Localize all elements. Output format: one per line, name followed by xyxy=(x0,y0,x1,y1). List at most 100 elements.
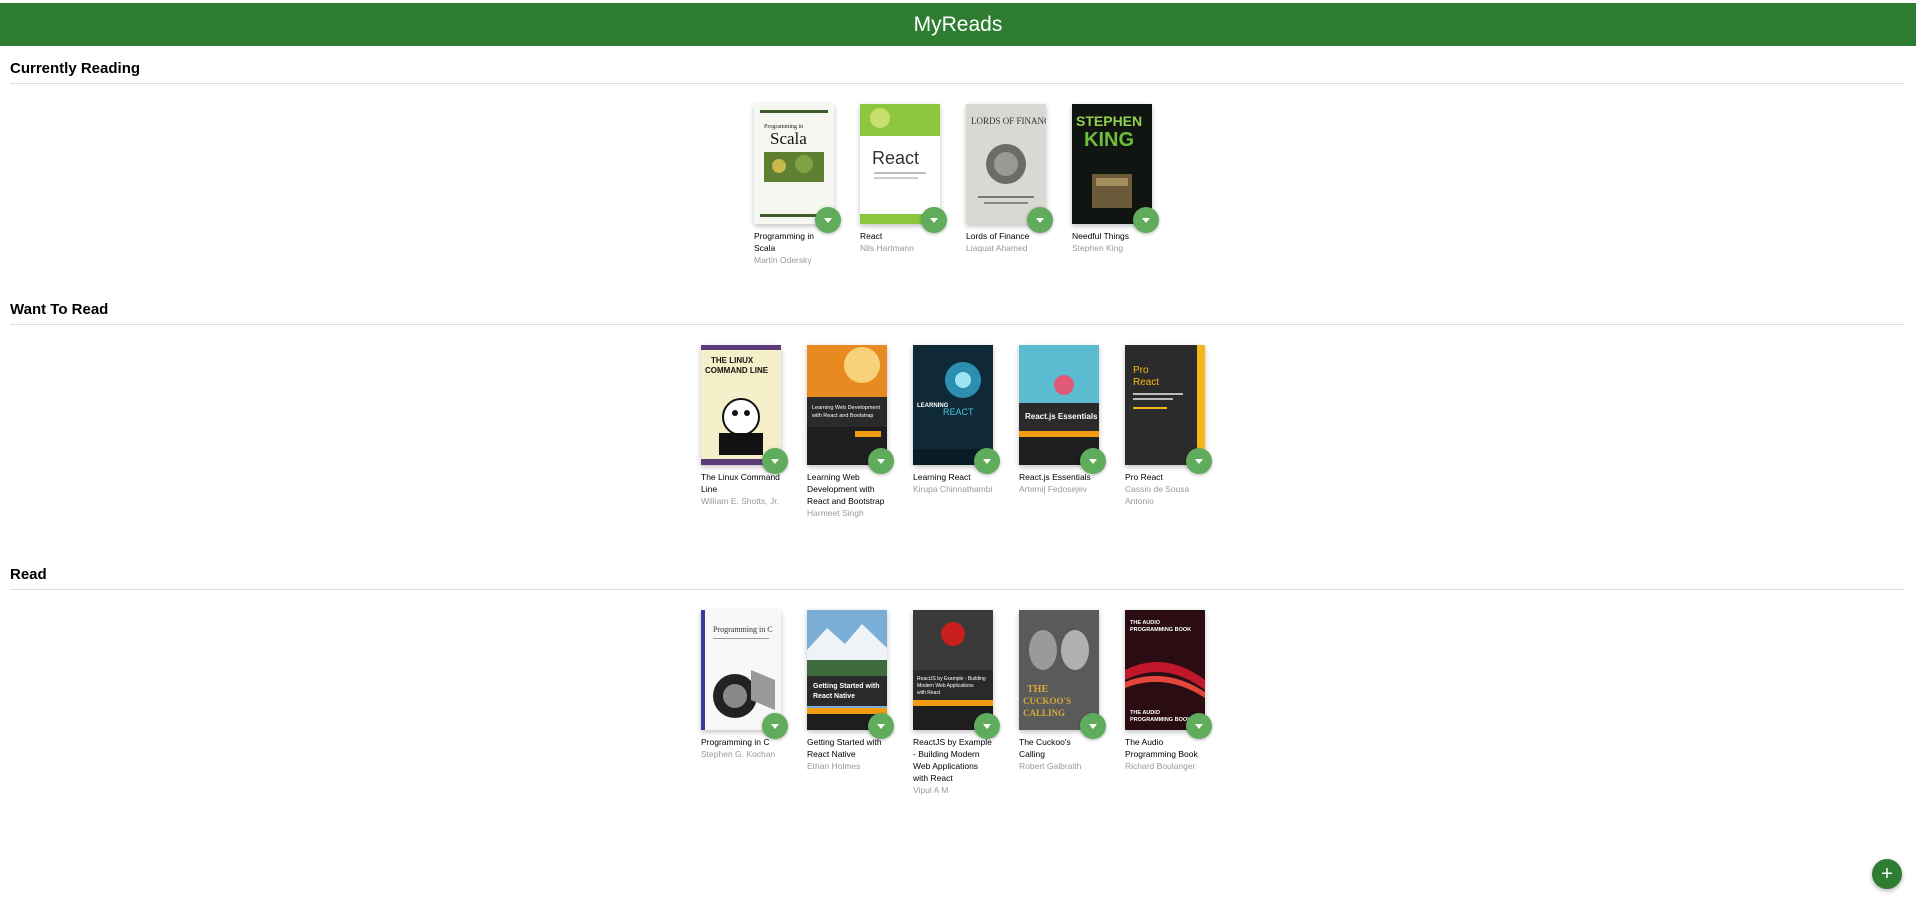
svg-text:STEPHEN: STEPHEN xyxy=(1076,113,1142,129)
audio-programming-cover: THE AUDIO PROGRAMMING BOOK THE AUDIO PRO… xyxy=(1125,610,1205,730)
svg-text:with React: with React xyxy=(917,690,941,696)
book-grid: Programming in Scala Programming in Scal… xyxy=(741,104,1165,266)
book-cover[interactable]: Getting Started with React Native xyxy=(807,610,894,739)
svg-text:with React and Bootstrap: with React and Bootstrap xyxy=(811,413,873,419)
book-item: STEPHEN KING Needful Things Stephen King xyxy=(1072,104,1159,266)
book-item: Learning Web Development with React and … xyxy=(807,345,894,519)
book-cover[interactable]: THE LINUX COMMAND LINE xyxy=(701,345,788,474)
book-authors: Artemij Fedosejev xyxy=(1019,484,1088,494)
book-item: React React Nils Hartmann xyxy=(860,104,947,266)
svg-text:Getting Started with: Getting Started with xyxy=(813,683,880,690)
chevron-down-icon xyxy=(1089,458,1097,464)
chevron-down-icon xyxy=(983,723,991,729)
book-item: THE CUCKOO'S CALLING The Cuckoo's Callin… xyxy=(1019,610,1106,796)
book-grid: THE LINUX COMMAND LINE The Linux Command… xyxy=(688,345,1218,519)
app-title: MyReads xyxy=(913,12,1003,36)
chevron-down-icon xyxy=(1195,458,1203,464)
chevron-down-icon xyxy=(771,458,779,464)
book-authors: Stephen G. Kochan xyxy=(701,749,776,759)
pro-react-cover: Pro React xyxy=(1125,345,1205,465)
book-cover[interactable]: Pro React xyxy=(1125,345,1212,474)
book-cover[interactable]: THE CUCKOO'S CALLING xyxy=(1019,610,1106,739)
chevron-down-icon xyxy=(1089,723,1097,729)
svg-text:THE AUDIO: THE AUDIO xyxy=(1130,620,1161,626)
book-title: Learning Web Development with React and … xyxy=(807,472,885,506)
book-item: THE LINUX COMMAND LINE The Linux Command… xyxy=(701,345,788,519)
svg-text:Modern Web Applications: Modern Web Applications xyxy=(917,683,974,689)
svg-text:THE AUDIO: THE AUDIO xyxy=(1130,710,1161,716)
chevron-down-icon xyxy=(877,458,885,464)
book-cover[interactable]: React xyxy=(860,104,947,233)
svg-text:ReactJS by Example - Building: ReactJS by Example - Building xyxy=(917,676,986,682)
book-cover[interactable]: React.js Essentials xyxy=(1019,345,1106,474)
lords-of-finance-cover: LORDS OF FINANCE xyxy=(966,104,1046,224)
book-cover[interactable]: Programming in Scala xyxy=(754,104,841,233)
svg-text:PROGRAMMING BOOK: PROGRAMMING BOOK xyxy=(1130,627,1191,633)
book-authors: Nils Hartmann xyxy=(860,243,914,253)
shelf-changer-button[interactable] xyxy=(815,207,841,233)
learning-web-dev-cover: Learning Web Development with React and … xyxy=(807,345,887,465)
svg-text:THE LINUX: THE LINUX xyxy=(711,356,754,365)
shelf-currently-reading: Currently Reading Programming in Scala P… xyxy=(0,60,1916,265)
book-authors: Stephen King xyxy=(1072,243,1124,253)
shelf-changer-button[interactable] xyxy=(868,448,894,474)
svg-text:Scala: Scala xyxy=(770,129,807,148)
shelf-changer-button[interactable] xyxy=(1186,713,1212,739)
shelf-title: Want To Read xyxy=(10,301,109,318)
chevron-down-icon xyxy=(930,217,938,223)
linux-cover: THE LINUX COMMAND LINE xyxy=(701,345,781,465)
svg-text:COMMAND LINE: COMMAND LINE xyxy=(705,366,769,375)
book-cover[interactable]: THE AUDIO PROGRAMMING BOOK THE AUDIO PRO… xyxy=(1125,610,1212,739)
shelf-changer-button[interactable] xyxy=(974,448,1000,474)
book-cover[interactable]: Learning Web Development with React and … xyxy=(807,345,894,474)
shelf-divider xyxy=(10,324,1905,325)
book-cover[interactable]: LORDS OF FINANCE xyxy=(966,104,1053,233)
svg-text:React: React xyxy=(872,148,919,168)
book-authors: Vipul A M xyxy=(913,785,949,795)
shelf-divider xyxy=(10,83,1905,84)
book-authors: Cassio de Sousa Antonio xyxy=(1125,484,1190,506)
book-item: THE AUDIO PROGRAMMING BOOK THE AUDIO PRO… xyxy=(1125,610,1212,796)
book-cover[interactable]: STEPHEN KING xyxy=(1072,104,1159,233)
app-header: MyReads xyxy=(0,3,1916,46)
book-item: Pro React Pro React Cassio de Sousa Anto… xyxy=(1125,345,1212,519)
react-native-cover: Getting Started with React Native xyxy=(807,610,887,730)
reactjs-by-example-cover: ReactJS by Example - Building Modern Web… xyxy=(913,610,993,730)
book-item: Programming in Scala Programming in Scal… xyxy=(754,104,841,266)
svg-text:Learning Web Development: Learning Web Development xyxy=(812,405,881,411)
shelf-changer-button[interactable] xyxy=(974,713,1000,739)
chevron-down-icon xyxy=(877,723,885,729)
svg-text:LORDS OF FINANCE: LORDS OF FINANCE xyxy=(971,116,1046,126)
book-authors: Harmeet Singh xyxy=(807,508,864,518)
shelf-changer-button[interactable] xyxy=(921,207,947,233)
svg-text:KING: KING xyxy=(1084,129,1134,151)
book-cover[interactable]: LEARNING REACT xyxy=(913,345,1000,474)
svg-text:Programming in C: Programming in C xyxy=(713,625,773,634)
shelf-changer-button[interactable] xyxy=(1080,448,1106,474)
add-book-button[interactable]: + xyxy=(1872,859,1902,889)
reactjs-essentials-cover: React.js Essentials xyxy=(1019,345,1099,465)
book-title: Programming in Scala xyxy=(754,231,814,253)
plus-icon: + xyxy=(1881,862,1893,885)
shelf-changer-button[interactable] xyxy=(1133,207,1159,233)
book-item: LEARNING REACT Learning React Kirupa Chi… xyxy=(913,345,1000,519)
shelf-changer-button[interactable] xyxy=(1186,448,1212,474)
book-cover[interactable]: ReactJS by Example - Building Modern Web… xyxy=(913,610,1000,739)
book-authors: Richard Boulanger xyxy=(1125,761,1196,771)
shelf-read: Read Programming in C Programming in C S… xyxy=(0,566,1916,796)
book-cover[interactable]: Programming in C xyxy=(701,610,788,739)
svg-text:CUCKOO'S: CUCKOO'S xyxy=(1023,696,1071,706)
shelf-changer-button[interactable] xyxy=(762,448,788,474)
programming-c-cover: Programming in C xyxy=(701,610,781,730)
shelf-changer-button[interactable] xyxy=(1027,207,1053,233)
book-item: React.js Essentials React.js Essentials … xyxy=(1019,345,1106,519)
shelf-changer-button[interactable] xyxy=(868,713,894,739)
learning-react-cover: LEARNING REACT xyxy=(913,345,993,465)
shelf-changer-button[interactable] xyxy=(762,713,788,739)
shelf-title: Currently Reading xyxy=(10,60,141,77)
book-item: LORDS OF FINANCE Lords of Finance Liaqua… xyxy=(966,104,1053,266)
needful-things-cover: STEPHEN KING xyxy=(1072,104,1152,224)
shelf-changer-button[interactable] xyxy=(1080,713,1106,739)
svg-text:React.js Essentials: React.js Essentials xyxy=(1025,412,1098,421)
chevron-down-icon xyxy=(824,217,832,223)
